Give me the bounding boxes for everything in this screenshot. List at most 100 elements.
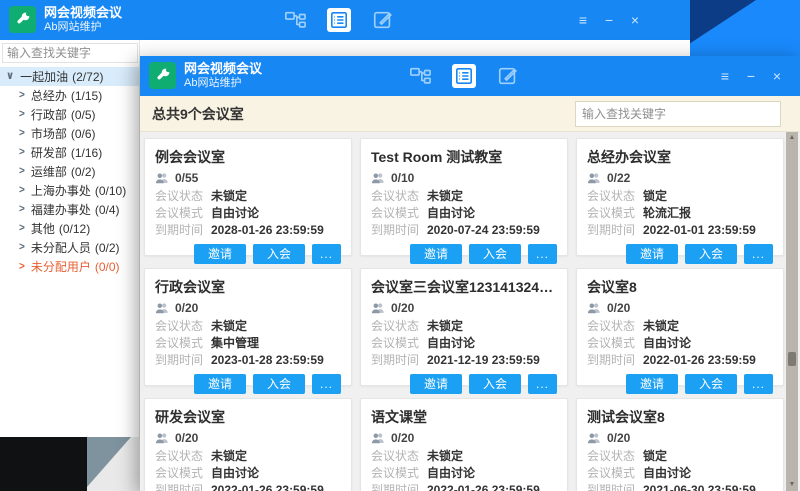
tree-root-label: 一起加油	[20, 68, 68, 85]
tree-item[interactable]: > 福建办事处 (0/4)	[0, 200, 139, 219]
expiry-value: 2022-01-26 23:59:59	[427, 482, 540, 491]
join-button[interactable]: 入会	[253, 244, 305, 264]
expiry-value: 2022-01-26 23:59:59	[211, 482, 324, 491]
wallpaper-black-shape	[0, 437, 87, 491]
more-actions-button[interactable]: ...	[312, 374, 341, 394]
participants-icon	[155, 172, 169, 184]
status-label: 会议状态	[371, 188, 427, 205]
room-list-icon[interactable]	[452, 64, 476, 88]
chevron-right-icon: >	[19, 260, 25, 272]
tree-item[interactable]: > 上海办事处 (0/10)	[0, 181, 139, 200]
more-actions-button[interactable]: ...	[528, 244, 557, 264]
menu-button[interactable]: ≡	[714, 64, 736, 88]
sidebar-search-input[interactable]	[2, 43, 138, 63]
expiry-label: 到期时间	[587, 482, 643, 491]
invite-button[interactable]: 邀请	[626, 244, 678, 264]
more-actions-button[interactable]: ...	[744, 374, 773, 394]
status-value: 未锁定	[427, 318, 463, 335]
minimize-button[interactable]: −	[740, 64, 762, 88]
expiry-value: 2021-06-30 23:59:59	[643, 482, 756, 491]
expiry-label: 到期时间	[155, 222, 211, 239]
room-list-icon[interactable]	[327, 8, 351, 32]
status-label: 会议状态	[587, 448, 643, 465]
scrollbar-thumb[interactable]	[788, 352, 796, 366]
join-button[interactable]: 入会	[469, 374, 521, 394]
front-titlebar: 网会视频会议 Ab网站维护	[140, 56, 800, 96]
edit-icon[interactable]	[371, 8, 395, 32]
invite-button[interactable]: 邀请	[194, 374, 246, 394]
invite-button[interactable]: 邀请	[410, 244, 462, 264]
tree-item[interactable]: > 市场部 (0/6)	[0, 124, 139, 143]
participants-icon	[155, 302, 169, 314]
status-value: 未锁定	[211, 188, 247, 205]
tree-item-count: (1/15)	[71, 89, 102, 103]
room-card: 测试会议室8 0/20 会议状态	[576, 398, 784, 491]
participants-icon	[155, 432, 169, 444]
room-card: 会议室三会议室123141324141三会... 0/20	[360, 268, 568, 386]
more-actions-button[interactable]: ...	[528, 374, 557, 394]
expiry-label: 到期时间	[371, 352, 427, 369]
room-name: 测试会议室8	[587, 407, 773, 427]
join-button[interactable]: 入会	[685, 374, 737, 394]
tree-item[interactable]: > 运维部 (0/2)	[0, 162, 139, 181]
scroll-down-icon[interactable]: ▼	[789, 479, 796, 491]
status-label: 会议状态	[155, 448, 211, 465]
org-sidebar: ∨ 一起加油 (2/72) > 总经办 (1/15) > 行政部 (0/5) >	[0, 40, 140, 437]
room-name: 行政会议室	[155, 277, 341, 297]
tree-item[interactable]: > 总经办 (1/15)	[0, 86, 139, 105]
room-card: 总经办会议室 0/22 会议状态	[576, 138, 784, 256]
participants-icon	[587, 432, 601, 444]
join-button[interactable]: 入会	[253, 374, 305, 394]
org-chart-icon[interactable]	[283, 8, 307, 32]
minimize-button[interactable]: −	[598, 8, 620, 32]
tree-item-label: 未分配人员	[31, 239, 91, 256]
tree-item[interactable]: > 未分配人员 (0/2)	[0, 238, 139, 257]
tree-item-count: (0/12)	[59, 222, 90, 236]
invite-button[interactable]: 邀请	[194, 244, 246, 264]
status-value: 未锁定	[427, 448, 463, 465]
tree-item-count: (0/10)	[95, 184, 126, 198]
occupancy-value: 0/20	[391, 301, 414, 315]
join-button[interactable]: 入会	[469, 244, 521, 264]
scroll-up-icon[interactable]: ▲	[789, 132, 796, 144]
room-name: 会议室三会议室123141324141三会...	[371, 277, 557, 297]
expiry-label: 到期时间	[371, 222, 427, 239]
occupancy-value: 0/20	[607, 301, 630, 315]
org-chart-icon[interactable]	[408, 64, 432, 88]
tree-item[interactable]: > 行政部 (0/5)	[0, 105, 139, 124]
tree-item[interactable]: > 其他 (0/12)	[0, 219, 139, 238]
vertical-scrollbar[interactable]: ▲ ▼	[786, 132, 798, 491]
mode-value: 自由讨论	[427, 335, 475, 352]
more-actions-button[interactable]: ...	[744, 244, 773, 264]
tree-root-item[interactable]: ∨ 一起加油 (2/72)	[0, 67, 139, 86]
meeting-rooms-window: 网会视频会议 Ab网站维护	[140, 56, 800, 491]
mode-label: 会议模式	[587, 465, 643, 482]
status-value: 未锁定	[427, 188, 463, 205]
join-button[interactable]: 入会	[685, 244, 737, 264]
room-card: 例会会议室 0/55 会议状态	[144, 138, 352, 256]
edit-icon[interactable]	[496, 64, 520, 88]
room-name: Test Room 测试教室	[371, 147, 557, 167]
status-label: 会议状态	[155, 318, 211, 335]
menu-button[interactable]: ≡	[572, 8, 594, 32]
tree-item-count: (0/2)	[71, 165, 96, 179]
more-actions-button[interactable]: ...	[312, 244, 341, 264]
close-button[interactable]: ×	[766, 64, 788, 88]
close-button[interactable]: ×	[624, 8, 646, 32]
back-titlebar: 网会视频会议 Ab网站维护	[0, 0, 690, 40]
tree-item-count: (0/4)	[95, 203, 120, 217]
tree-item-count: (0/6)	[71, 127, 96, 141]
mode-label: 会议模式	[155, 205, 211, 222]
chevron-right-icon: >	[19, 127, 25, 139]
chevron-right-icon: >	[19, 222, 25, 234]
mode-value: 自由讨论	[211, 205, 259, 222]
expiry-label: 到期时间	[155, 352, 211, 369]
tree-item[interactable]: > 研发部 (1/16)	[0, 143, 139, 162]
room-name: 例会会议室	[155, 147, 341, 167]
invite-button[interactable]: 邀请	[626, 374, 678, 394]
room-search-input[interactable]	[575, 101, 781, 127]
tree-item[interactable]: > 未分配用户 (0/0)	[0, 257, 139, 276]
tree-item-label: 行政部	[31, 106, 67, 123]
invite-button[interactable]: 邀请	[410, 374, 462, 394]
room-card: 会议室8 0/20 会议状态	[576, 268, 784, 386]
